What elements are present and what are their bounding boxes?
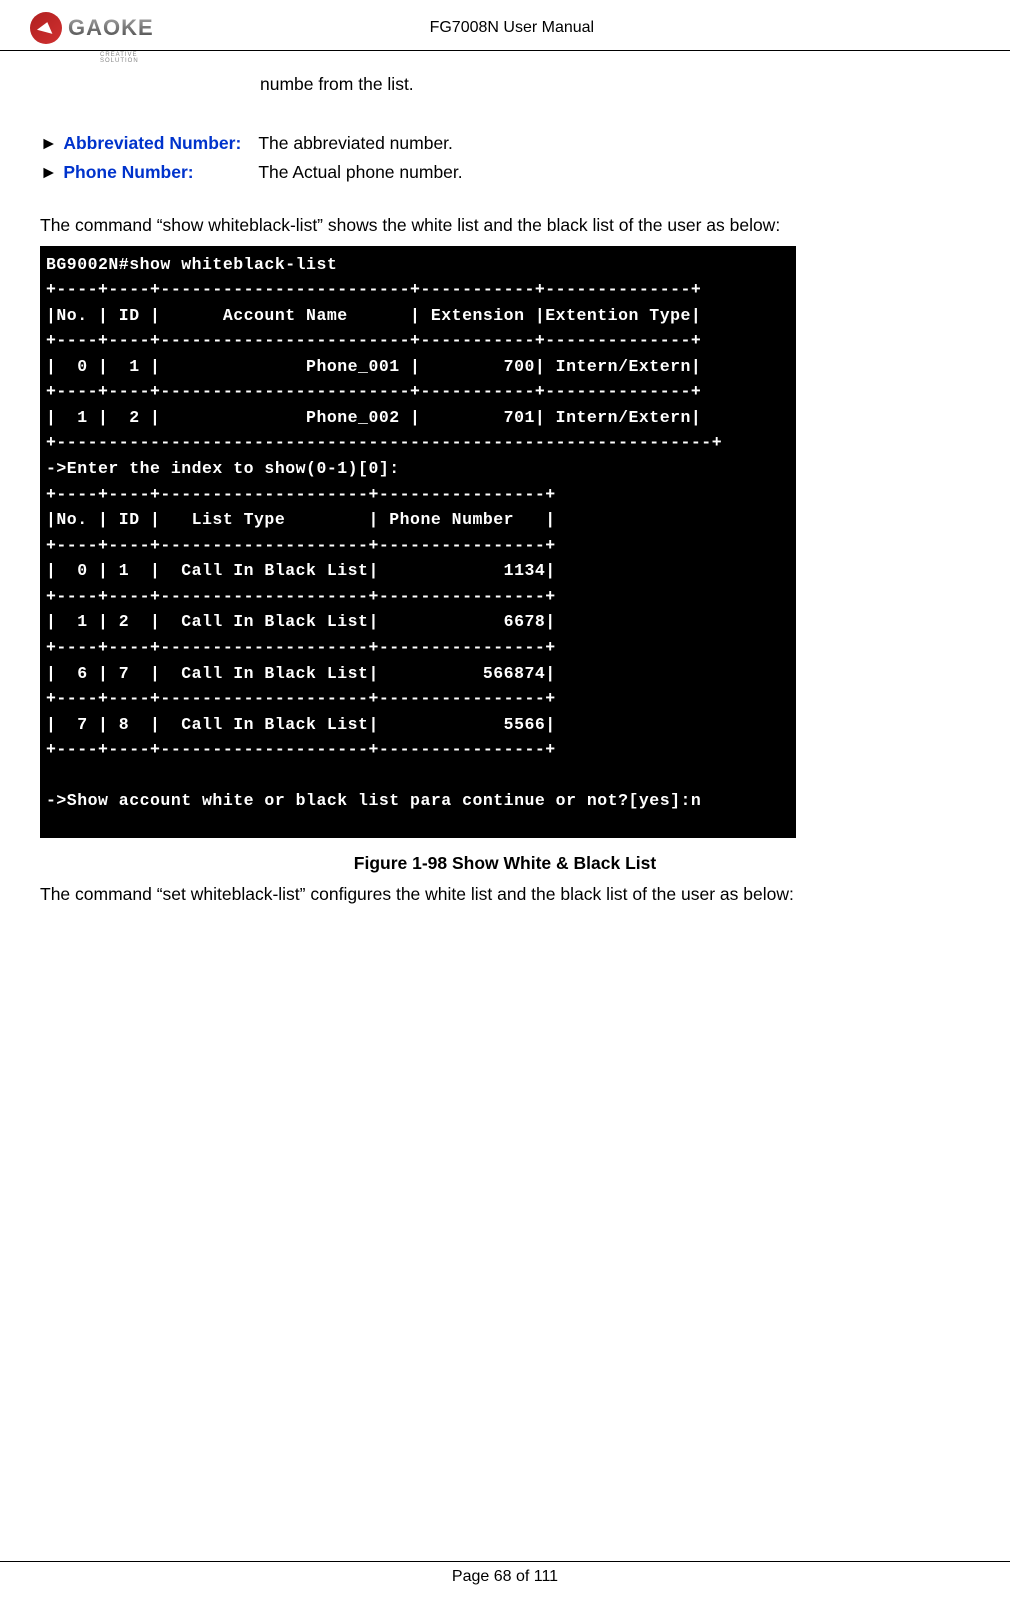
terminal-line: |No. | ID | Account Name | Extension |Ex… <box>46 306 701 325</box>
terminal-line: +----+----+--------------------+--------… <box>46 689 556 708</box>
cmd-set-text: The command “set whiteblack-list” config… <box>40 881 970 908</box>
terminal-line: |No. | ID | List Type | Phone Number | <box>46 510 556 529</box>
terminal-line: +----+----+--------------------+--------… <box>46 536 556 555</box>
page-header: GAOKE CREATIVE SOLUTION FG7008N User Man… <box>0 0 1010 51</box>
terminal-line: | 1 | 2 | Call In Black List| 6678| <box>46 612 556 631</box>
param-desc: The Actual phone number. <box>258 159 462 186</box>
arrow-icon: ► <box>40 159 57 186</box>
terminal-line: +----+----+------------------------+----… <box>46 280 701 299</box>
page-footer: Page 68 of 111 <box>0 1561 1010 1586</box>
terminal-output: BG9002N#show whiteblack-list +----+----+… <box>40 246 796 838</box>
terminal-line: | 6 | 7 | Call In Black List| 566874| <box>46 664 556 683</box>
terminal-line: ->Enter the index to show(0-1)[0]: <box>46 459 400 478</box>
terminal-line: +----+----+------------------------+----… <box>46 331 701 350</box>
terminal-line: +----+----+--------------------+--------… <box>46 485 556 504</box>
page-number: Page 68 of 111 <box>452 1568 558 1585</box>
figure-caption: Figure 1-98 Show White & Black List <box>40 850 970 877</box>
arrow-icon: ► <box>40 130 57 157</box>
logo-subtitle: CREATIVE SOLUTION <box>100 52 154 64</box>
cmd-show-text: The command “show whiteblack-list” shows… <box>40 212 970 239</box>
terminal-line: | 0 | 1 | Call In Black List| 1134| <box>46 561 556 580</box>
terminal-line: | 1 | 2 | Phone_002 | 701| Intern/Extern… <box>46 408 701 427</box>
doc-title: FG7008N User Manual <box>154 19 980 37</box>
terminal-line: | 7 | 8 | Call In Black List| 5566| <box>46 715 556 734</box>
terminal-line: +----+----+------------------------+----… <box>46 382 701 401</box>
param-desc: The abbreviated number. <box>258 130 453 157</box>
intro-fragment: numbe from the list. <box>40 71 970 98</box>
logo-icon <box>30 12 62 44</box>
terminal-line: +----+----+--------------------+--------… <box>46 740 556 759</box>
param-label: Abbreviated Number: <box>63 130 258 157</box>
param-row: ► Abbreviated Number: The abbreviated nu… <box>40 130 970 157</box>
logo-text: GAOKE <box>68 15 154 41</box>
page-content: numbe from the list. ► Abbreviated Numbe… <box>0 51 1010 908</box>
terminal-line: +---------------------------------------… <box>46 433 722 452</box>
terminal-line: BG9002N#show whiteblack-list <box>46 255 337 274</box>
logo: GAOKE CREATIVE SOLUTION <box>30 12 154 44</box>
param-row: ► Phone Number: The Actual phone number. <box>40 159 970 186</box>
terminal-line: ->Show account white or black list para … <box>46 791 701 810</box>
terminal-line: | 0 | 1 | Phone_001 | 700| Intern/Extern… <box>46 357 701 376</box>
param-label: Phone Number: <box>63 159 258 186</box>
terminal-line: +----+----+--------------------+--------… <box>46 638 556 657</box>
terminal-line: +----+----+--------------------+--------… <box>46 587 556 606</box>
